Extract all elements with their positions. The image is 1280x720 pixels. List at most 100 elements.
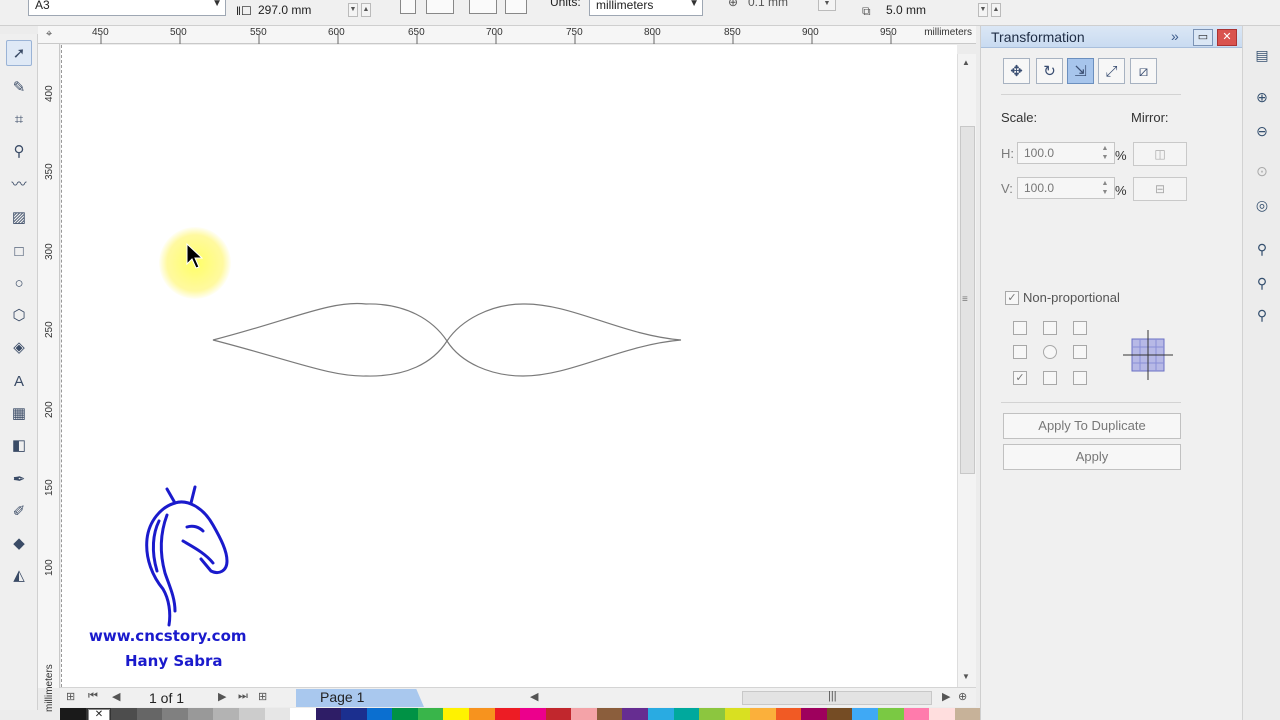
close-docker-button[interactable]: ✕: [1217, 29, 1237, 46]
color-swatch[interactable]: [469, 708, 495, 720]
zoom-page-height-icon[interactable]: ⚲: [1251, 304, 1273, 326]
color-swatch[interactable]: [187, 708, 214, 720]
anchor-middle-left[interactable]: [1013, 345, 1027, 359]
blend-tool-icon[interactable]: ◧: [6, 432, 32, 458]
pick-tool-icon[interactable]: ➚: [6, 40, 32, 66]
horizontal-scroll-thumb[interactable]: [742, 691, 932, 705]
zoom-selected-icon[interactable]: ⊙: [1251, 160, 1273, 182]
color-swatch[interactable]: [954, 708, 981, 720]
page-tab[interactable]: Page 1: [296, 689, 424, 707]
zoom-in-icon[interactable]: ⊕: [1251, 86, 1273, 108]
apply-to-duplicate-button[interactable]: Apply To Duplicate: [1003, 413, 1181, 439]
color-swatch[interactable]: [290, 708, 316, 720]
drawing-canvas[interactable]: www.cncstory.com Hany Sabra: [61, 45, 957, 687]
scale-h-field[interactable]: 100.0 ▲ ▼: [1017, 142, 1115, 164]
text-tool-icon[interactable]: A: [6, 368, 32, 394]
anchor-top-left[interactable]: [1013, 321, 1027, 335]
duplicate-offset-field[interactable]: 5.0 mm: [880, 1, 976, 21]
freehand-tool-icon[interactable]: 〰: [6, 170, 32, 196]
mirror-horizontal-button[interactable]: ◫: [1133, 142, 1187, 166]
smart-fill-tool-icon[interactable]: ▨: [6, 204, 32, 230]
anchor-top-right[interactable]: [1073, 321, 1087, 335]
rotate-tab-icon[interactable]: ↻: [1036, 58, 1063, 84]
color-swatch[interactable]: [213, 708, 239, 720]
add-page-before-icon[interactable]: ⊞: [66, 690, 75, 703]
color-swatch[interactable]: [903, 708, 930, 720]
color-swatch[interactable]: [801, 708, 827, 720]
zoom-all-objects-icon[interactable]: ◎: [1251, 194, 1273, 216]
color-swatch[interactable]: [545, 708, 572, 720]
page-height-field[interactable]: 297.0 mm: [252, 1, 348, 21]
all-pages-icon[interactable]: [469, 0, 497, 14]
zoom-out-icon[interactable]: ⊖: [1251, 120, 1273, 142]
color-swatch[interactable]: [443, 708, 469, 720]
fill-tool-icon[interactable]: ◆: [6, 530, 32, 556]
page-height-spin-down[interactable]: ▼: [348, 3, 358, 17]
ellipse-tool-icon[interactable]: ○: [6, 270, 32, 296]
outline-tool-icon[interactable]: ✐: [6, 498, 32, 524]
units-select[interactable]: millimeters ▼: [589, 0, 703, 16]
color-swatch[interactable]: [315, 708, 342, 720]
scale-mirror-tab-icon[interactable]: ⇲: [1067, 58, 1094, 84]
paper-size-select[interactable]: A3 ▼: [28, 0, 226, 16]
color-swatch[interactable]: [162, 708, 188, 720]
color-swatch[interactable]: [775, 708, 802, 720]
last-page-icon[interactable]: ⏭: [238, 690, 248, 703]
color-swatch[interactable]: [417, 708, 444, 720]
color-swatch[interactable]: [238, 708, 265, 720]
duplicate-offset-spin-down[interactable]: ▼: [978, 3, 988, 17]
position-tab-icon[interactable]: ✥: [1003, 58, 1030, 84]
scroll-right-icon[interactable]: ▶: [942, 690, 950, 703]
crop-tool-icon[interactable]: ⌗: [6, 106, 32, 132]
minimize-docker-button[interactable]: ▭: [1193, 29, 1213, 46]
scale-v-spinner[interactable]: ▲ ▼: [1098, 179, 1112, 197]
basic-shapes-tool-icon[interactable]: ◈: [6, 334, 32, 360]
scroll-left-icon[interactable]: ◀: [530, 690, 538, 703]
non-proportional-checkbox[interactable]: ✓: [1005, 291, 1019, 305]
color-swatch[interactable]: [622, 708, 648, 720]
color-swatch[interactable]: [520, 708, 546, 720]
apply-button[interactable]: Apply: [1003, 444, 1181, 470]
color-swatch[interactable]: [826, 708, 853, 720]
color-swatch[interactable]: [571, 708, 597, 720]
color-swatch[interactable]: [852, 708, 878, 720]
table-tool-icon[interactable]: ▦: [6, 400, 32, 426]
page-height-spin-up[interactable]: ▲: [361, 3, 371, 17]
zoom-page-icon[interactable]: ⚲: [1251, 238, 1273, 260]
color-swatch[interactable]: [750, 708, 776, 720]
current-page-icon[interactable]: [505, 0, 527, 14]
rectangle-tool-icon[interactable]: □: [6, 238, 32, 264]
anchor-bottom-left[interactable]: ✓: [1013, 371, 1027, 385]
color-swatch[interactable]: [136, 708, 163, 720]
anchor-center[interactable]: [1043, 345, 1057, 359]
docker-tab-icon[interactable]: ▤: [1251, 44, 1273, 66]
color-swatch[interactable]: [596, 708, 623, 720]
color-swatch[interactable]: [60, 708, 86, 720]
horizontal-scrollbar[interactable]: ◀ ||| ▶: [530, 688, 950, 708]
color-swatch[interactable]: [264, 708, 291, 720]
color-swatch[interactable]: [366, 708, 393, 720]
interactive-fill-tool-icon[interactable]: ◭: [6, 562, 32, 588]
landscape-icon[interactable]: [426, 0, 454, 14]
scale-v-field[interactable]: 100.0 ▲ ▼: [1017, 177, 1115, 199]
scroll-down-icon[interactable]: ▼: [962, 672, 970, 681]
skew-tab-icon[interactable]: ⧄: [1130, 58, 1157, 84]
zoom-tool-icon[interactable]: ⚲: [6, 138, 32, 164]
color-swatch[interactable]: [111, 708, 137, 720]
eyedropper-tool-icon[interactable]: ✒: [6, 466, 32, 492]
nudge-value[interactable]: 0.1 mm: [748, 0, 788, 9]
anchor-bottom-center[interactable]: [1043, 371, 1057, 385]
horizontal-ruler[interactable]: ⌖ 450 500 550 600 650 700 750 800 850 90…: [38, 26, 976, 44]
zoom-navigator-icon[interactable]: ⊕: [958, 690, 967, 703]
polygon-tool-icon[interactable]: ⬡: [6, 302, 32, 328]
color-swatch[interactable]: [724, 708, 751, 720]
color-swatch[interactable]: [647, 708, 674, 720]
color-swatch[interactable]: [929, 708, 955, 720]
next-page-icon[interactable]: ▶: [218, 690, 226, 703]
vertical-ruler[interactable]: 400 350 300 250 200 150 100 millimeters: [38, 44, 60, 712]
color-swatch[interactable]: [341, 708, 367, 720]
size-tab-icon[interactable]: ⤢: [1098, 58, 1125, 84]
scroll-up-icon[interactable]: ▲: [962, 58, 970, 67]
anchor-bottom-right[interactable]: [1073, 371, 1087, 385]
scale-h-spinner[interactable]: ▲ ▼: [1098, 144, 1112, 162]
